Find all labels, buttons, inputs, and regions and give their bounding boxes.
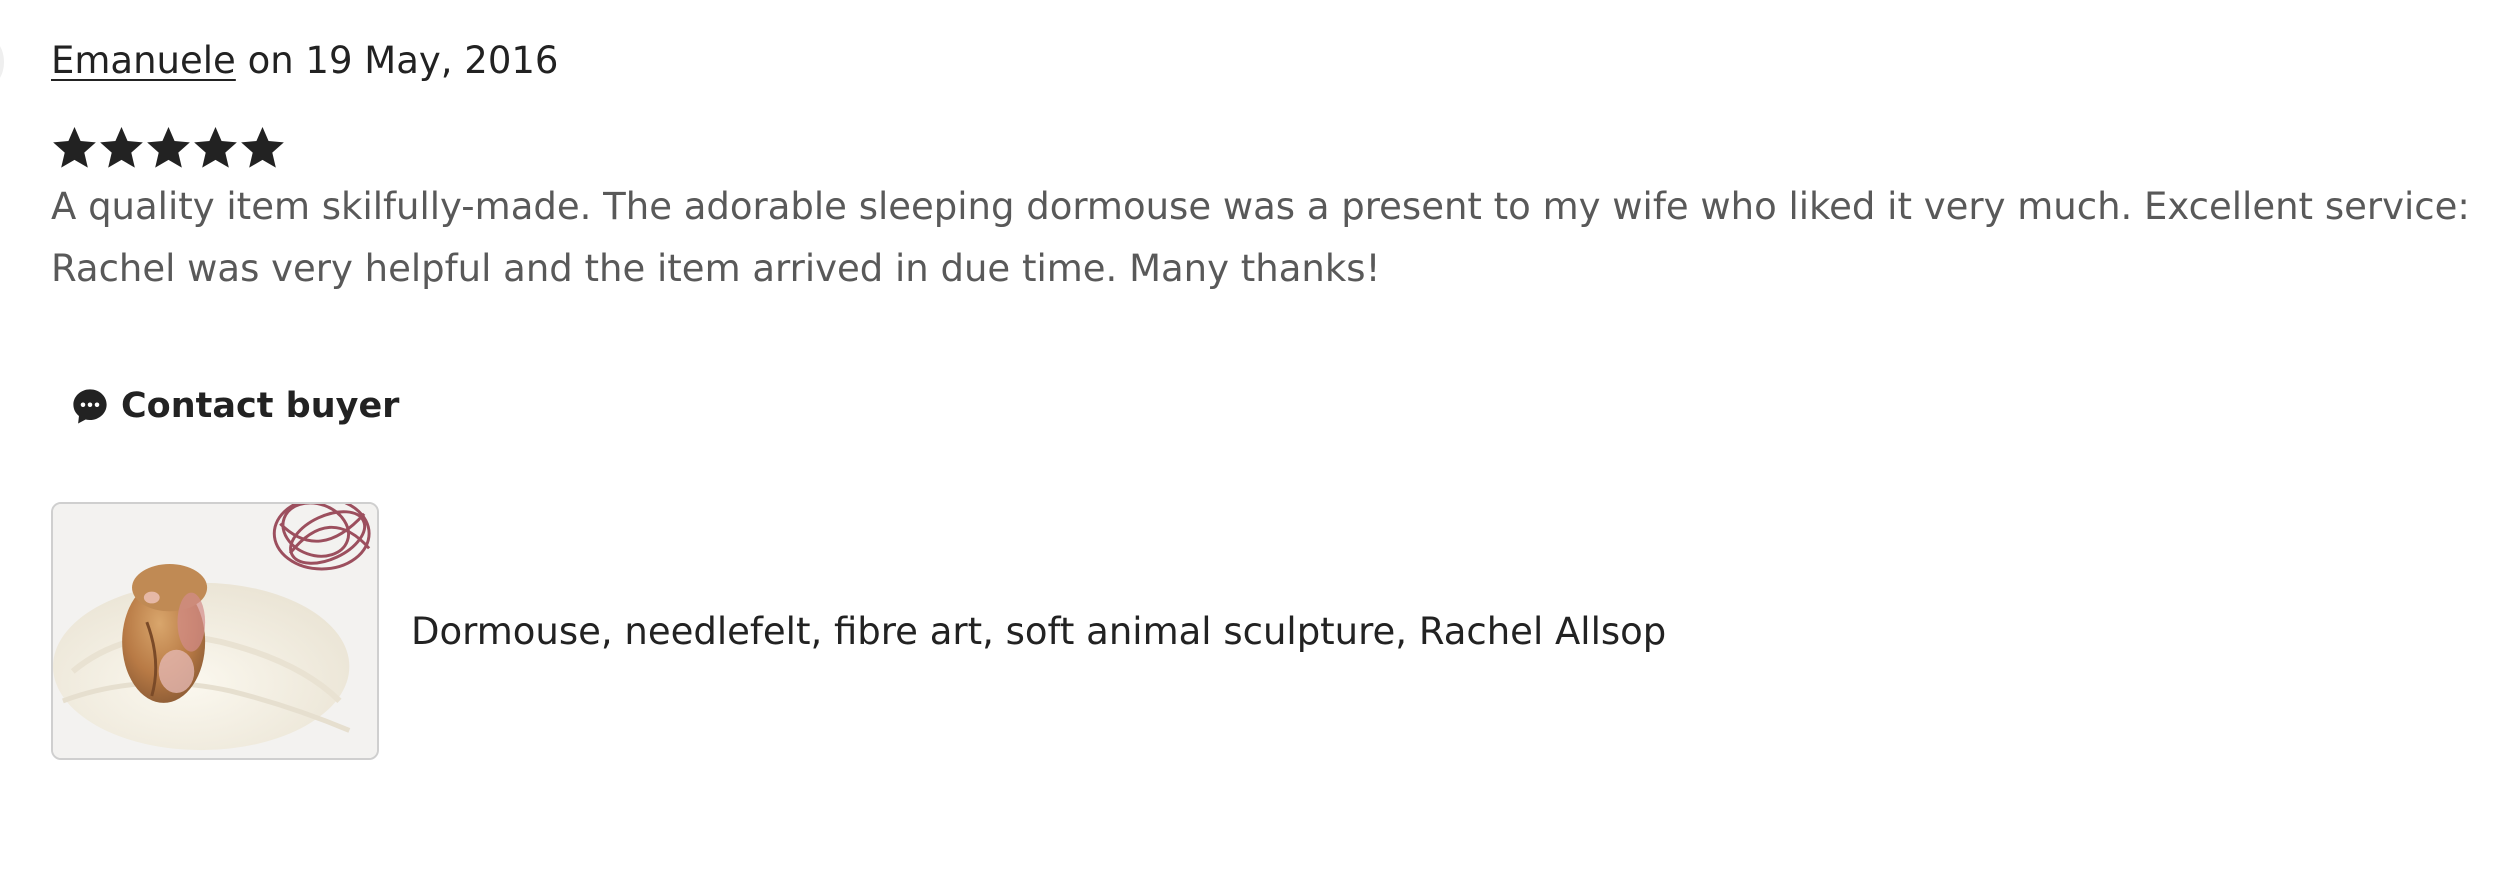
star-rating [51, 124, 286, 174]
star-icon [241, 126, 284, 168]
star-icon [53, 126, 96, 168]
reviewer-avatar [0, 40, 4, 84]
review-date: on 19 May, 2016 [235, 39, 559, 82]
listing-item[interactable]: Dormouse, needlefelt, fibre art, soft an… [51, 502, 1666, 760]
review-byline: Emanuele on 19 May, 2016 [51, 36, 558, 86]
star-icon [194, 126, 237, 168]
star-icon [147, 126, 190, 168]
contact-buyer-label: Contact buyer [121, 386, 400, 426]
star-icon [100, 126, 143, 168]
contact-buyer-button[interactable]: Contact buyer [69, 381, 399, 431]
listing-thumbnail[interactable] [51, 502, 379, 760]
listing-title[interactable]: Dormouse, needlefelt, fibre art, soft an… [411, 610, 1666, 653]
dormouse-photo-image [53, 504, 377, 758]
chat-bubble-icon [73, 389, 107, 424]
reviewer-name-link[interactable]: Emanuele [51, 39, 236, 82]
review-text: A quality item skilfully-made. The adora… [51, 185, 2470, 290]
